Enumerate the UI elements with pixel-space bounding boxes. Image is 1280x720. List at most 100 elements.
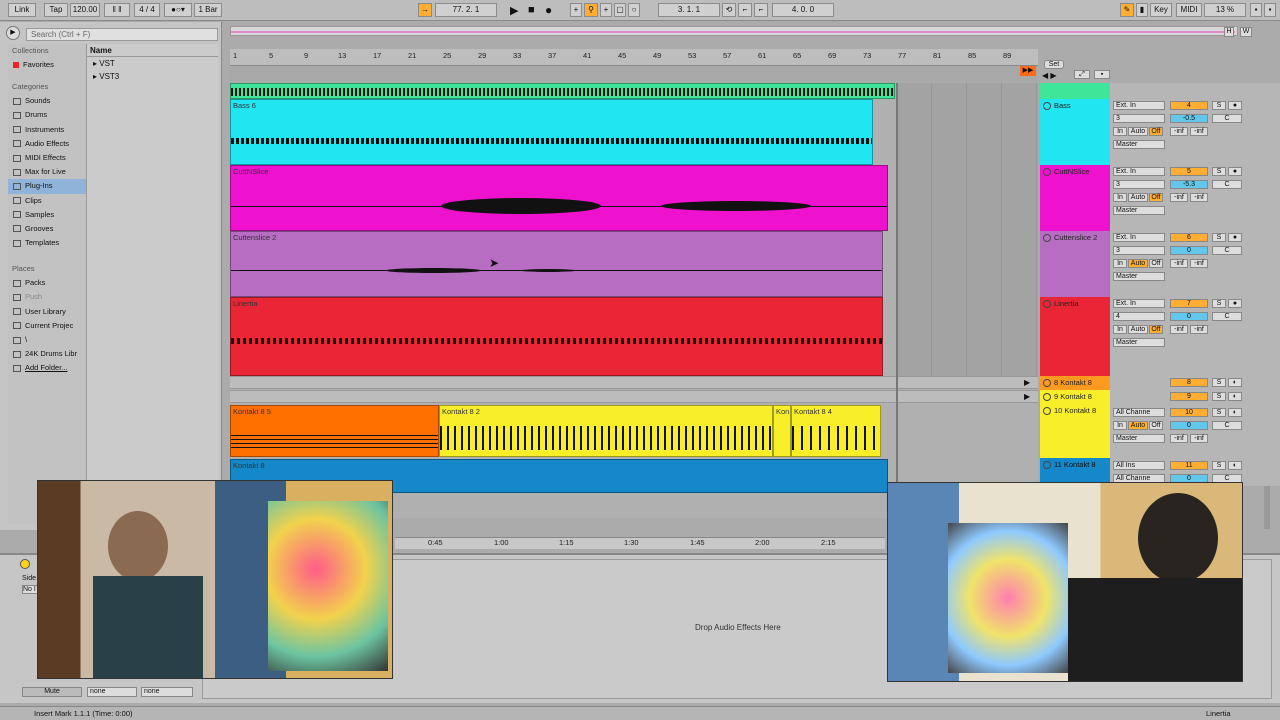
- monitor-auto-button[interactable]: Auto: [1128, 421, 1148, 430]
- solo-button[interactable]: S: [1212, 233, 1226, 242]
- reenable-automation-button[interactable]: +: [600, 3, 612, 17]
- track-number-button[interactable]: 11: [1170, 461, 1208, 470]
- solo-button[interactable]: S: [1212, 101, 1226, 110]
- draw-toggle-icon[interactable]: ▮: [1136, 3, 1148, 17]
- clip-cuttenslice-2[interactable]: Cuttenslice 2: [230, 231, 883, 297]
- sidebar-item-max-for-live[interactable]: Max for Live: [8, 165, 86, 179]
- track-activator-icon[interactable]: [1043, 300, 1051, 308]
- track-header[interactable]: Linertia: [1040, 297, 1110, 376]
- sidebar-item-24k-drums[interactable]: 24K Drums Libr: [8, 347, 86, 361]
- session-record-button[interactable]: ○: [628, 3, 640, 17]
- clip-linertia[interactable]: Linertia: [230, 297, 883, 376]
- punch-out-button[interactable]: ⌐: [754, 3, 768, 17]
- sidebar-item-root[interactable]: \: [8, 333, 86, 347]
- record-icon[interactable]: ●: [545, 3, 552, 17]
- solo-button[interactable]: S: [1212, 408, 1226, 417]
- monitor-icon[interactable]: ◐: [1228, 378, 1242, 387]
- midi-map-button[interactable]: MIDI: [1176, 3, 1202, 17]
- back-to-arrangement-icon[interactable]: ▶▶: [1020, 66, 1036, 76]
- input-type-select[interactable]: Ext. In: [1113, 299, 1165, 308]
- fold-button-w[interactable]: W: [1240, 27, 1252, 37]
- solo-button[interactable]: S: [1212, 461, 1226, 470]
- track-header[interactable]: 10 Kontakt 8: [1040, 404, 1110, 458]
- track-header[interactable]: 9 Kontakt 8: [1040, 390, 1110, 404]
- volume-field[interactable]: 0: [1170, 246, 1208, 255]
- track-header[interactable]: Cuttenslice 2: [1040, 231, 1110, 297]
- input-channel-select[interactable]: 3: [1113, 180, 1165, 189]
- monitor-icon[interactable]: ◐: [1228, 461, 1242, 470]
- monitor-icon[interactable]: ◐: [1228, 392, 1242, 401]
- time-signature-field[interactable]: 4 / 4: [134, 3, 160, 17]
- track-number-button[interactable]: 10: [1170, 408, 1208, 417]
- browser-search-input[interactable]: Search (Ctrl + F): [26, 28, 218, 41]
- input-channel-select[interactable]: 3: [1113, 246, 1165, 255]
- track-number-button[interactable]: 6: [1170, 233, 1208, 242]
- solo-button[interactable]: S: [1212, 378, 1226, 387]
- sidebar-item-user-library[interactable]: User Library: [8, 305, 86, 319]
- volume-field[interactable]: 0: [1170, 421, 1208, 430]
- chain-select-2[interactable]: none: [141, 687, 193, 697]
- output-select[interactable]: Master: [1113, 272, 1165, 281]
- clip-bass-6[interactable]: Bass 6: [230, 99, 873, 165]
- pan-field[interactable]: C: [1212, 180, 1242, 189]
- automation-arm-button[interactable]: ⚲: [584, 3, 598, 17]
- midi-channel-select[interactable]: All Channe: [1113, 408, 1165, 417]
- fold-track-icon[interactable]: ▶: [1024, 392, 1030, 401]
- monitor-off-button[interactable]: Off: [1149, 421, 1163, 430]
- output-select[interactable]: Master: [1113, 338, 1165, 347]
- loop-length-field[interactable]: 4. 0. 0: [772, 3, 834, 17]
- key-map-button[interactable]: Key: [1150, 3, 1172, 17]
- arrangement-position-field[interactable]: 77. 2. 1: [435, 3, 497, 17]
- monitor-off-button[interactable]: Off: [1149, 193, 1163, 202]
- clip-kontakt-8-4[interactable]: Kontakt 8 4: [791, 405, 881, 457]
- beat-time-ruler[interactable]: 1 5 9 13 17 21 25 29 33 37 41 45 49 53 5…: [230, 49, 1038, 66]
- arm-button[interactable]: ●: [1228, 233, 1242, 242]
- volume-field[interactable]: 0: [1170, 312, 1208, 321]
- track-activator-icon[interactable]: [1043, 168, 1051, 176]
- monitor-in-button[interactable]: In: [1113, 325, 1127, 334]
- monitor-in-button[interactable]: In: [1113, 193, 1127, 202]
- track-header[interactable]: 8 Kontakt 8: [1040, 376, 1110, 390]
- track-number-button[interactable]: 9: [1170, 392, 1208, 401]
- monitor-off-button[interactable]: Off: [1149, 325, 1163, 334]
- time-ruler[interactable]: 0:45 1:00 1:15 1:30 1:45 2:00 2:15: [395, 537, 885, 549]
- track-activator-icon[interactable]: [1043, 393, 1051, 401]
- pan-field[interactable]: C: [1212, 114, 1242, 123]
- arrangement-grid[interactable]: Bass 6 CuttNSlice Cuttenslice 2 Linertia…: [230, 83, 1038, 518]
- monitor-auto-button[interactable]: Auto: [1128, 127, 1148, 136]
- sidebar-item-templates[interactable]: Templates: [8, 236, 86, 250]
- device-on-icon[interactable]: [20, 559, 30, 569]
- draw-mode-button[interactable]: ✎: [1120, 3, 1134, 17]
- send-b-field[interactable]: -inf: [1190, 193, 1208, 202]
- track-activator-icon[interactable]: [1043, 234, 1051, 242]
- track-activator-icon[interactable]: [1043, 407, 1051, 415]
- track-activator-icon[interactable]: [1043, 379, 1051, 387]
- monitor-auto-button[interactable]: Auto: [1128, 193, 1148, 202]
- lock-icon[interactable]: ▪: [1094, 70, 1110, 79]
- track-activator-icon[interactable]: [1043, 461, 1051, 469]
- nudge-buttons[interactable]: ‖ ‖: [104, 3, 130, 17]
- send-a-field[interactable]: -inf: [1170, 193, 1188, 202]
- name-column-header[interactable]: Name: [87, 44, 218, 57]
- sidebar-item-midi-effects[interactable]: MIDI Effects: [8, 151, 86, 165]
- arrangement-overview[interactable]: [230, 26, 1238, 36]
- output-select[interactable]: Master: [1113, 140, 1165, 149]
- input-type-select[interactable]: Ext. In: [1113, 233, 1165, 242]
- arm-button[interactable]: ●: [1228, 101, 1242, 110]
- output-select[interactable]: Master: [1113, 434, 1165, 443]
- monitor-auto-button[interactable]: Auto: [1128, 325, 1148, 334]
- punch-in-button[interactable]: ⌐: [738, 3, 752, 17]
- clip-cuttnslice[interactable]: CuttNSlice: [230, 165, 888, 231]
- sidebar-item-grooves[interactable]: Grooves: [8, 222, 86, 236]
- sidebar-item-push[interactable]: Push: [8, 290, 86, 304]
- monitor-icon[interactable]: ◐: [1228, 408, 1242, 417]
- loop-start-field[interactable]: 3. 1. 1: [658, 3, 720, 17]
- tempo-field[interactable]: 120.00: [70, 3, 100, 17]
- sidebar-item-favorites[interactable]: Favorites: [8, 58, 86, 72]
- send-a-field[interactable]: -inf: [1170, 434, 1188, 443]
- track-header[interactable]: CuttNSlice: [1040, 165, 1110, 231]
- arm-button[interactable]: ●: [1228, 299, 1242, 308]
- list-item-vst3[interactable]: ▸ VST3: [87, 70, 218, 83]
- track-activator-icon[interactable]: [1043, 102, 1051, 110]
- track-number-button[interactable]: 7: [1170, 299, 1208, 308]
